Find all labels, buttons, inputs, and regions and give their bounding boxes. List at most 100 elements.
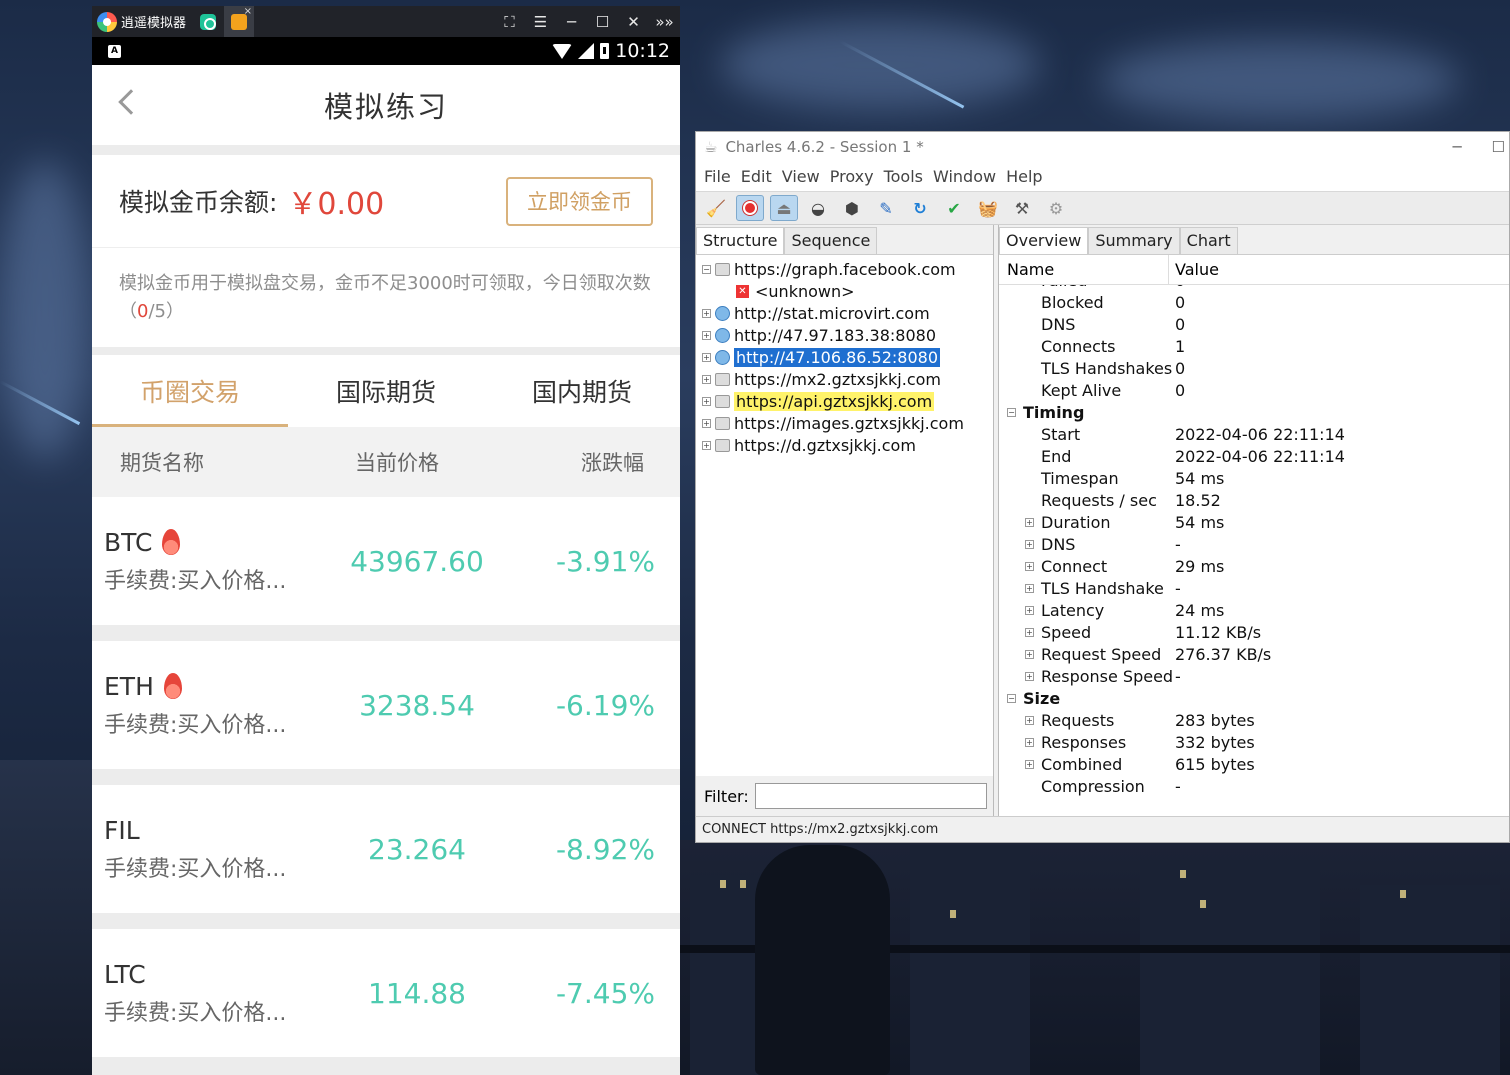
tree-node-highlighted[interactable]: + https://api.gztxsjkkj.com xyxy=(696,390,993,412)
filter-input[interactable] xyxy=(754,783,987,809)
expand-icon[interactable]: + xyxy=(1025,671,1034,681)
menu-edit[interactable]: Edit xyxy=(737,167,776,186)
expand-icon[interactable]: + xyxy=(1025,737,1034,747)
balance-label: 模拟金币余额: xyxy=(119,188,278,217)
overview-row[interactable]: + Request Speed 276.37 KB/s xyxy=(999,643,1509,665)
close-icon[interactable]: ✕ xyxy=(618,13,649,31)
overview-name-cell: Kept Alive xyxy=(999,381,1175,400)
repeat-icon[interactable]: ↻ xyxy=(906,195,934,221)
menu-view[interactable]: View xyxy=(778,167,824,186)
close-tab-icon[interactable]: × xyxy=(244,6,252,17)
minimize-icon[interactable]: ─ xyxy=(556,13,587,31)
overview-row[interactable]: + TLS Handshake - xyxy=(999,577,1509,599)
collapse-icon[interactable]: − xyxy=(1007,407,1016,417)
maximize-icon[interactable]: ☐ xyxy=(1492,138,1505,156)
menu-help[interactable]: Help xyxy=(1002,167,1046,186)
emulator-app-icon[interactable] xyxy=(200,13,217,30)
expand-icon[interactable]: + xyxy=(702,330,711,340)
collapse-icon[interactable]: − xyxy=(1007,693,1016,703)
overview-row[interactable]: + Connect 29 ms xyxy=(999,555,1509,577)
compose-pen-icon[interactable]: ✎ xyxy=(872,195,900,221)
menu-file[interactable]: File xyxy=(700,167,735,186)
expand-icon[interactable]: + xyxy=(702,440,711,450)
tab-overview[interactable]: Overview xyxy=(999,227,1089,254)
menu-tools[interactable]: Tools xyxy=(880,167,927,186)
overview-row[interactable]: + Response Speed - xyxy=(999,665,1509,687)
tab-structure[interactable]: Structure xyxy=(696,227,785,254)
tree-node[interactable]: + https://images.gztxsjkkj.com xyxy=(696,412,993,434)
expand-icon[interactable]: + xyxy=(702,352,711,362)
expand-icon[interactable]: + xyxy=(702,374,711,384)
overview-section-row[interactable]: − Size xyxy=(999,687,1509,709)
coin-price: 43967.60 xyxy=(350,544,484,578)
overview-row[interactable]: + Speed 11.12 KB/s xyxy=(999,621,1509,643)
column-name-header[interactable]: Name xyxy=(999,255,1169,284)
expand-icon[interactable]: + xyxy=(1025,517,1034,527)
claim-coins-button[interactable]: 立即领金币 xyxy=(506,176,653,226)
expand-icon[interactable]: + xyxy=(702,308,711,318)
menu-icon[interactable]: ☰ xyxy=(525,13,556,31)
tree-node[interactable]: + https://d.gztxsjkkj.com xyxy=(696,434,993,456)
coin-row-fil[interactable]: FIL 手续费:买入价格... 23.264 -8.92% xyxy=(92,785,680,913)
menu-proxy[interactable]: Proxy xyxy=(826,167,878,186)
page-title: 模拟练习 xyxy=(323,90,448,124)
record-button[interactable] xyxy=(736,195,764,221)
tab-crypto[interactable]: 币圈交易 xyxy=(92,355,288,427)
tab-chart[interactable]: Chart xyxy=(1179,227,1238,254)
overview-row[interactable]: + Combined 615 bytes xyxy=(999,753,1509,775)
expand-sidebar-icon[interactable]: »» xyxy=(649,13,680,31)
back-icon[interactable] xyxy=(118,89,144,115)
expand-icon[interactable]: + xyxy=(1025,561,1034,571)
overview-pane: Overview Summary Chart Name Value Failed… xyxy=(998,225,1509,816)
settings-gear-icon[interactable]: ⚙ xyxy=(1042,195,1070,221)
tools-icon[interactable]: ⚒ xyxy=(1008,195,1036,221)
tree-node[interactable]: + http://stat.microvirt.com xyxy=(696,302,993,324)
expand-icon[interactable]: + xyxy=(1025,759,1034,769)
tree-node[interactable]: − https://graph.facebook.com xyxy=(696,258,993,280)
fullscreen-icon[interactable]: ⛶ xyxy=(494,13,525,31)
collapse-icon[interactable]: − xyxy=(702,264,711,274)
menu-window[interactable]: Window xyxy=(929,167,1000,186)
expand-icon[interactable]: + xyxy=(1025,605,1034,615)
overview-section-row[interactable]: − Timing xyxy=(999,401,1509,423)
breakpoint-icon[interactable]: ⬢ xyxy=(838,195,866,221)
emulator-active-app-tab[interactable]: × xyxy=(224,6,255,37)
tree-node[interactable]: ✕ <unknown> xyxy=(696,280,993,302)
overview-row: Requests / sec 18.52 xyxy=(999,489,1509,511)
overview-row[interactable]: + DNS - xyxy=(999,533,1509,555)
expand-icon[interactable]: + xyxy=(702,396,711,406)
tab-summary[interactable]: Summary xyxy=(1088,227,1180,254)
tab-domestic-futures[interactable]: 国内期货 xyxy=(484,355,680,427)
column-value-header[interactable]: Value xyxy=(1169,260,1219,279)
overview-row[interactable]: + Responses 332 bytes xyxy=(999,731,1509,753)
overview-name-cell: End xyxy=(999,447,1175,466)
overview-name-cell: TLS Handshakes xyxy=(999,359,1175,378)
coin-row-ltc[interactable]: LTC 手续费:买入价格... 114.88 -7.45% xyxy=(92,929,680,1057)
overview-row[interactable]: + Latency 24 ms xyxy=(999,599,1509,621)
tab-intl-futures[interactable]: 国际期货 xyxy=(288,355,484,427)
tree-node[interactable]: + https://mx2.gztxsjkkj.com xyxy=(696,368,993,390)
coin-row-btc[interactable]: BTC 手续费:买入价格... 43967.60 -3.91% xyxy=(92,497,680,625)
note-count: 0 xyxy=(137,301,149,322)
expand-icon[interactable]: + xyxy=(1025,583,1034,593)
overview-row[interactable]: + Duration 54 ms xyxy=(999,511,1509,533)
overview-row[interactable]: + Requests 283 bytes xyxy=(999,709,1509,731)
expand-icon[interactable]: + xyxy=(1025,715,1034,725)
expand-icon[interactable]: + xyxy=(1025,539,1034,549)
validate-check-icon[interactable]: ✔ xyxy=(940,195,968,221)
throttle-button[interactable]: ⏏ xyxy=(770,195,798,221)
broom-icon[interactable]: 🧹 xyxy=(702,195,730,221)
expand-icon[interactable]: + xyxy=(702,418,711,428)
tree-node-selected[interactable]: + http://47.106.86.52:8080 xyxy=(696,346,993,368)
overview-name-cell: Failed xyxy=(999,285,1175,290)
turtle-icon[interactable]: ◒ xyxy=(804,195,832,221)
coin-row-eth[interactable]: ETH 手续费:买入价格... 3238.54 -6.19% xyxy=(92,641,680,769)
basket-icon[interactable]: 🧺 xyxy=(974,195,1002,221)
overview-name: TLS Handshake xyxy=(1041,578,1164,598)
tree-node[interactable]: + http://47.97.183.38:8080 xyxy=(696,324,993,346)
expand-icon[interactable]: + xyxy=(1025,627,1034,637)
tab-sequence[interactable]: Sequence xyxy=(784,227,878,254)
expand-icon[interactable]: + xyxy=(1025,649,1034,659)
minimize-icon[interactable]: ─ xyxy=(1453,138,1462,156)
maximize-icon[interactable]: ☐ xyxy=(587,13,618,31)
